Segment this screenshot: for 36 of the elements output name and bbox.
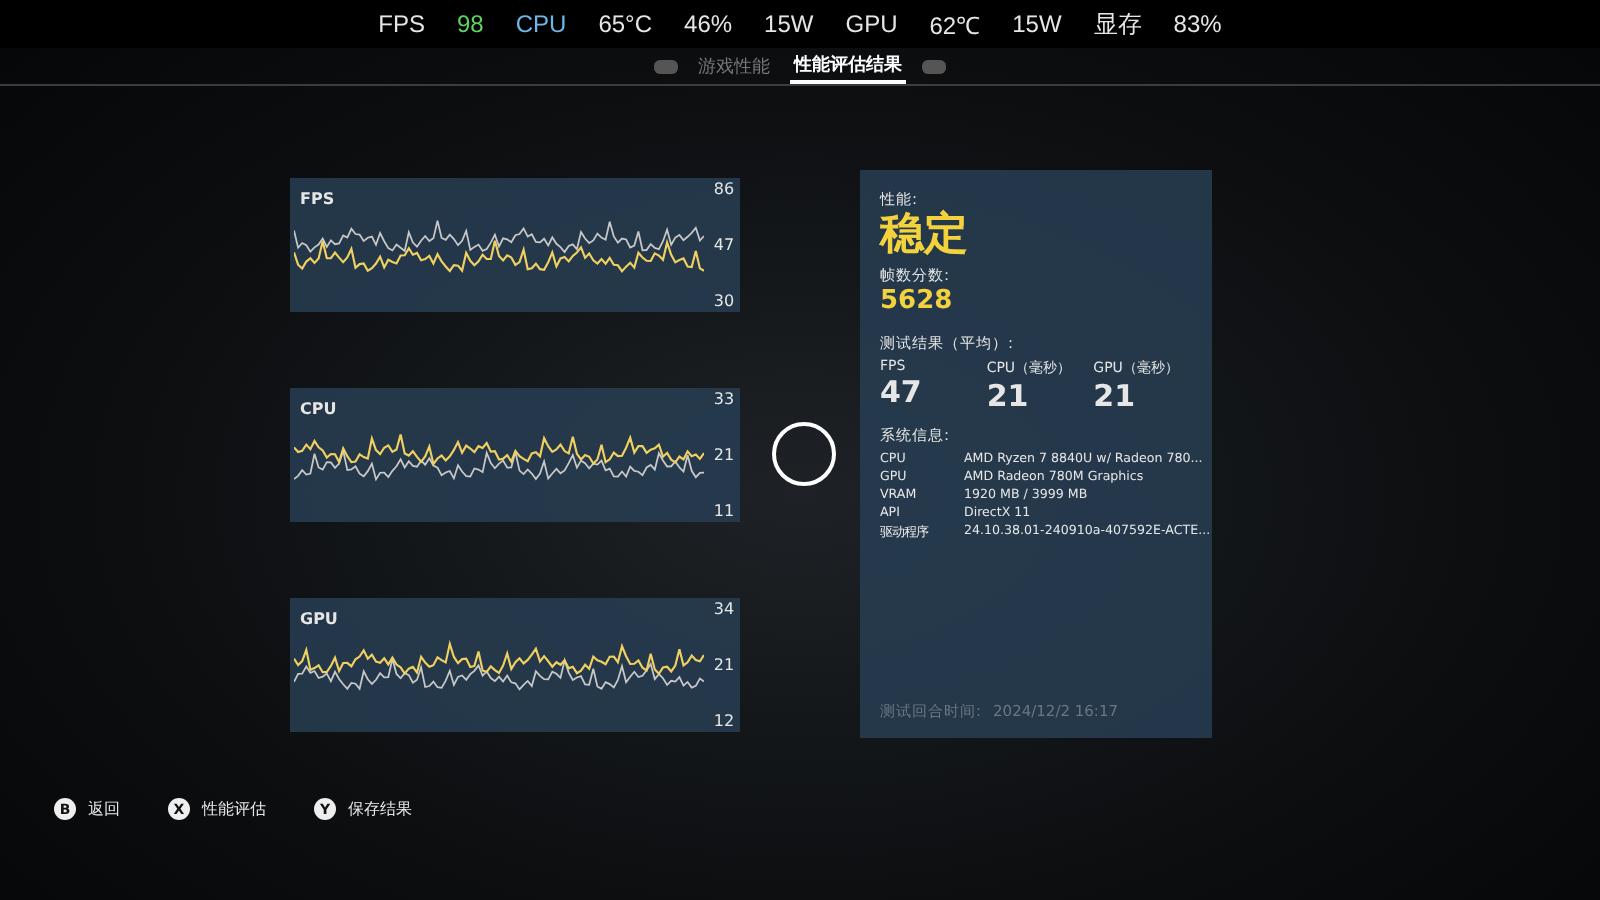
average-value: 21 — [986, 378, 1031, 414]
graph-min-label: 11 — [711, 501, 737, 519]
overlay-stat: CPU — [515, 10, 567, 38]
graph-min-label: 12 — [711, 711, 737, 729]
overlay-stat: 98 — [457, 10, 484, 38]
score-value: 5628 — [880, 286, 953, 316]
graph-title: CPU — [300, 399, 337, 417]
tab[interactable]: 性能评估结果 — [790, 49, 906, 83]
bumper-icon — [654, 59, 678, 73]
performance-value: 稳定 — [880, 210, 968, 262]
overlay-stat: 62℃ — [929, 9, 981, 41]
action-label[interactable]: 返回 — [88, 798, 120, 820]
graph-avg-label: 47 — [711, 235, 737, 253]
bumper-icon — [922, 59, 946, 73]
action-label[interactable]: 性能评估 — [202, 798, 266, 820]
graph-avg-label: 21 — [711, 655, 737, 673]
overlay-stat: 15W — [1012, 10, 1062, 38]
graph-title: FPS — [300, 189, 335, 207]
graph-max-label: 86 — [711, 179, 737, 197]
graph-max-label: 34 — [711, 599, 737, 617]
action-label[interactable]: 保存结果 — [348, 798, 412, 820]
overlay-stat: 83% — [1173, 10, 1222, 38]
overlay-stat: GPU — [845, 10, 898, 38]
ring-icon — [772, 422, 836, 486]
graph-title: GPU — [300, 609, 338, 627]
overlay-stat: 65°C — [598, 10, 653, 38]
overlay-stat: 显存 — [1093, 7, 1142, 41]
overlay-stat: FPS — [378, 10, 425, 38]
graph-avg-label: 21 — [711, 445, 737, 463]
graph-max-label: 33 — [711, 389, 737, 407]
average-value: 47 — [880, 374, 924, 410]
overlay-stat: 46% — [684, 10, 733, 38]
overlay-stat: 15W — [764, 10, 814, 38]
graph-min-label: 30 — [711, 291, 737, 309]
tab[interactable]: 游戏性能 — [694, 51, 774, 81]
average-value: 21 — [1093, 378, 1138, 414]
